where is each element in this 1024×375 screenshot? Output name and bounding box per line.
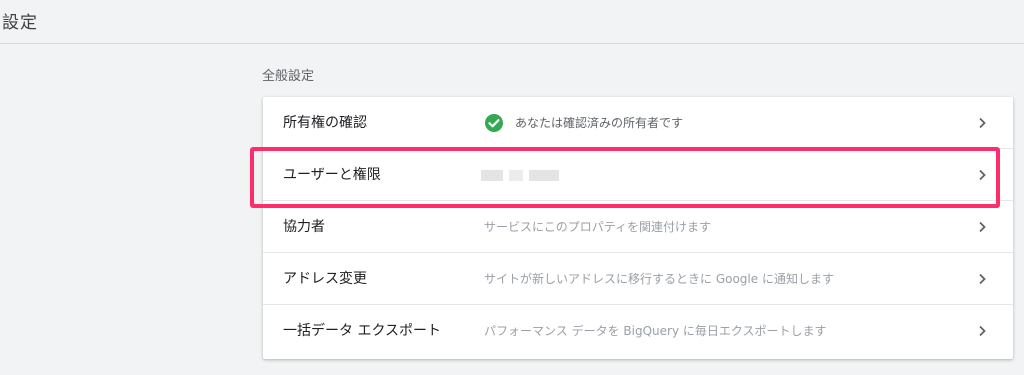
chevron-right-icon[interactable] <box>975 168 989 182</box>
row-description: サイトが新しいアドレスに移行するときに Google に通知します <box>484 272 834 286</box>
chevron-right-icon[interactable] <box>975 116 989 130</box>
settings-row-ownership-verification[interactable]: 所有権の確認 あなたは確認済みの所有者です <box>263 97 1013 149</box>
top-bar: 設定 <box>0 0 1024 44</box>
row-description: あなたは確認済みの所有者です <box>515 116 684 130</box>
settings-card: 所有権の確認 あなたは確認済みの所有者です ユーザーと権限 協力者 サービスにこ… <box>263 97 1013 359</box>
row-label: 一括データ エクスポート <box>283 323 442 339</box>
settings-row-bulk-data-export[interactable]: 一括データ エクスポート パフォーマンス データを BigQuery に毎日エク… <box>263 305 1013 357</box>
settings-row-change-of-address[interactable]: アドレス変更 サイトが新しいアドレスに移行するときに Google に通知します <box>263 253 1013 305</box>
row-description: サービスにこのプロパティを関連付けます <box>484 220 712 234</box>
settings-row-associates[interactable]: 協力者 サービスにこのプロパティを関連付けます <box>263 201 1013 253</box>
row-description: パフォーマンス データを BigQuery に毎日エクスポートします <box>484 324 827 338</box>
row-label: 協力者 <box>283 219 325 235</box>
chevron-right-icon[interactable] <box>975 272 989 286</box>
check-circle-icon <box>485 114 503 132</box>
row-label: 所有権の確認 <box>283 115 367 131</box>
chevron-right-icon[interactable] <box>975 324 989 338</box>
chevron-right-icon[interactable] <box>975 220 989 234</box>
section-title: 全般設定 <box>262 69 315 84</box>
settings-row-users-and-permissions[interactable]: ユーザーと権限 <box>263 149 1013 201</box>
row-label: アドレス変更 <box>283 271 367 287</box>
row-label: ユーザーと権限 <box>283 167 381 183</box>
page-title: 設定 <box>2 13 38 33</box>
